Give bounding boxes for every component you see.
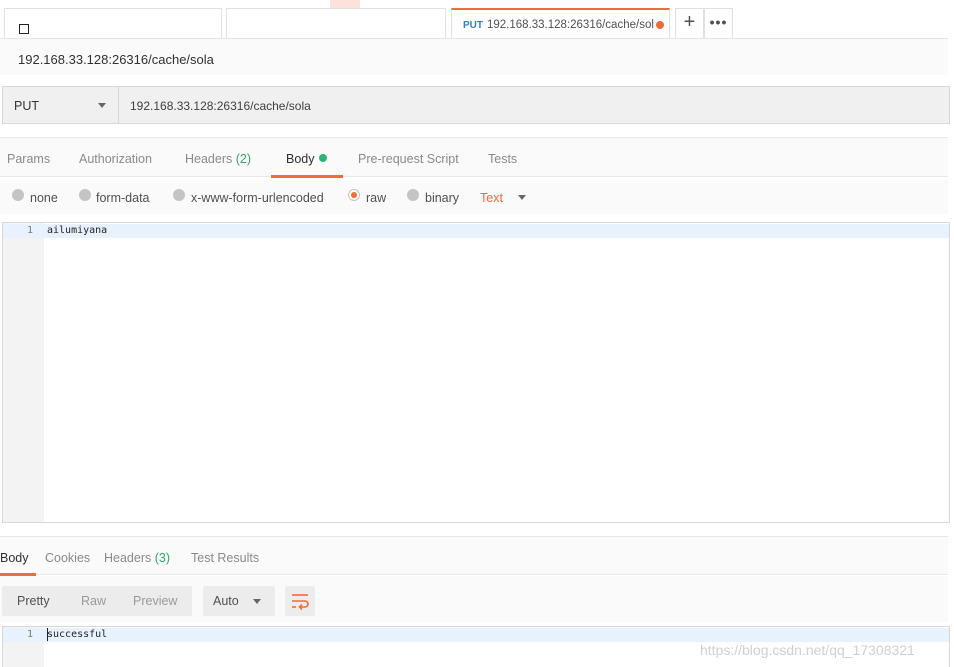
tab-method-label: PUT bbox=[463, 20, 483, 31]
text-cursor bbox=[47, 628, 48, 641]
radio-form-data[interactable] bbox=[79, 189, 91, 201]
chevron-down-icon[interactable] bbox=[518, 195, 526, 200]
response-headers-count: (3) bbox=[154, 551, 171, 565]
request-body-text[interactable]: ailumiyana bbox=[47, 224, 107, 238]
body-type-options: none form-data x-www-form-urlencoded raw… bbox=[0, 180, 948, 214]
tab-pre-request-script[interactable]: Pre-request Script bbox=[358, 152, 459, 166]
headers-count: (2) bbox=[235, 152, 252, 166]
body-indicator-dot-icon bbox=[318, 154, 327, 162]
unsaved-dot-icon bbox=[656, 21, 664, 29]
request-tab-2[interactable] bbox=[226, 8, 446, 39]
response-tab-body[interactable]: Body bbox=[0, 551, 29, 565]
active-tab-indicator bbox=[271, 175, 343, 178]
radio-binary[interactable] bbox=[407, 189, 419, 201]
pretty-button[interactable]: Pretty bbox=[17, 594, 50, 608]
radio-raw[interactable] bbox=[348, 189, 360, 201]
tab-authorization[interactable]: Authorization bbox=[79, 152, 152, 166]
preview-button[interactable]: Preview bbox=[133, 594, 177, 608]
request-tab-active[interactable]: PUT 192.168.33.128:26316/cache/sol bbox=[451, 8, 670, 39]
active-line-highlight bbox=[3, 224, 949, 238]
response-body-text: successful bbox=[47, 629, 108, 640]
line-number: 1 bbox=[26, 225, 33, 236]
radio-urlencoded[interactable] bbox=[173, 189, 185, 201]
request-tabs: Params Authorization Headers (2) Body Pr… bbox=[0, 137, 948, 178]
url-bar: PUT 192.168.33.128:26316/cache/sola bbox=[2, 86, 950, 124]
add-tab-button[interactable]: + bbox=[675, 8, 704, 39]
radio-none-label[interactable]: none bbox=[30, 191, 58, 205]
response-toolbar: Pretty Raw Preview Auto bbox=[0, 576, 948, 622]
more-tabs-button[interactable]: ••• bbox=[704, 8, 733, 39]
tab-headers[interactable]: Headers (2) bbox=[185, 152, 251, 166]
url-input[interactable]: 192.168.33.128:26316/cache/sola bbox=[130, 99, 311, 113]
tab-checkbox[interactable] bbox=[19, 24, 29, 34]
chevron-down-icon bbox=[253, 599, 261, 604]
wrap-lines-button[interactable] bbox=[285, 586, 315, 616]
response-view-group: Pretty Raw Preview bbox=[2, 586, 192, 616]
method-label: PUT bbox=[14, 99, 39, 113]
method-select[interactable]: PUT bbox=[3, 87, 119, 123]
tab-body[interactable]: Body bbox=[286, 152, 327, 166]
tab-tests[interactable]: Tests bbox=[488, 152, 517, 166]
watermark: https://blog.csdn.net/qq_17308321 bbox=[700, 642, 915, 658]
chevron-down-icon bbox=[98, 103, 106, 108]
response-tabs: Body Cookies Headers (3) Test Results bbox=[0, 536, 948, 576]
tab-title: 192.168.33.128:26316/cache/sol bbox=[487, 19, 654, 31]
response-format-label: Auto bbox=[213, 594, 239, 608]
response-tab-cookies[interactable]: Cookies bbox=[45, 551, 90, 565]
wrap-lines-icon bbox=[292, 594, 309, 611]
request-title-bar: 192.168.33.128:26316/cache/sola bbox=[0, 39, 948, 75]
active-line-highlight bbox=[3, 628, 949, 642]
line-number: 1 bbox=[26, 629, 33, 640]
line-gutter bbox=[3, 223, 44, 522]
raw-button[interactable]: Raw bbox=[81, 594, 106, 608]
request-title[interactable]: 192.168.33.128:26316/cache/sola bbox=[18, 52, 214, 67]
radio-none[interactable] bbox=[12, 189, 24, 201]
request-body-editor[interactable]: 1 ailumiyana bbox=[2, 222, 950, 523]
response-tab-headers[interactable]: Headers (3) bbox=[104, 551, 170, 565]
radio-raw-label[interactable]: raw bbox=[366, 191, 386, 205]
tab-params[interactable]: Params bbox=[7, 152, 50, 166]
tab-strip: PUT 192.168.33.128:26316/cache/sol + ••• bbox=[0, 0, 954, 39]
response-tab-test-results[interactable]: Test Results bbox=[191, 551, 259, 565]
request-tab-1[interactable] bbox=[4, 8, 222, 39]
raw-format-select[interactable]: Text bbox=[480, 191, 503, 205]
radio-form-data-label[interactable]: form-data bbox=[96, 191, 150, 205]
radio-binary-label[interactable]: binary bbox=[425, 191, 459, 205]
radio-urlencoded-label[interactable]: x-www-form-urlencoded bbox=[191, 191, 324, 205]
response-format-select[interactable]: Auto bbox=[203, 586, 275, 616]
